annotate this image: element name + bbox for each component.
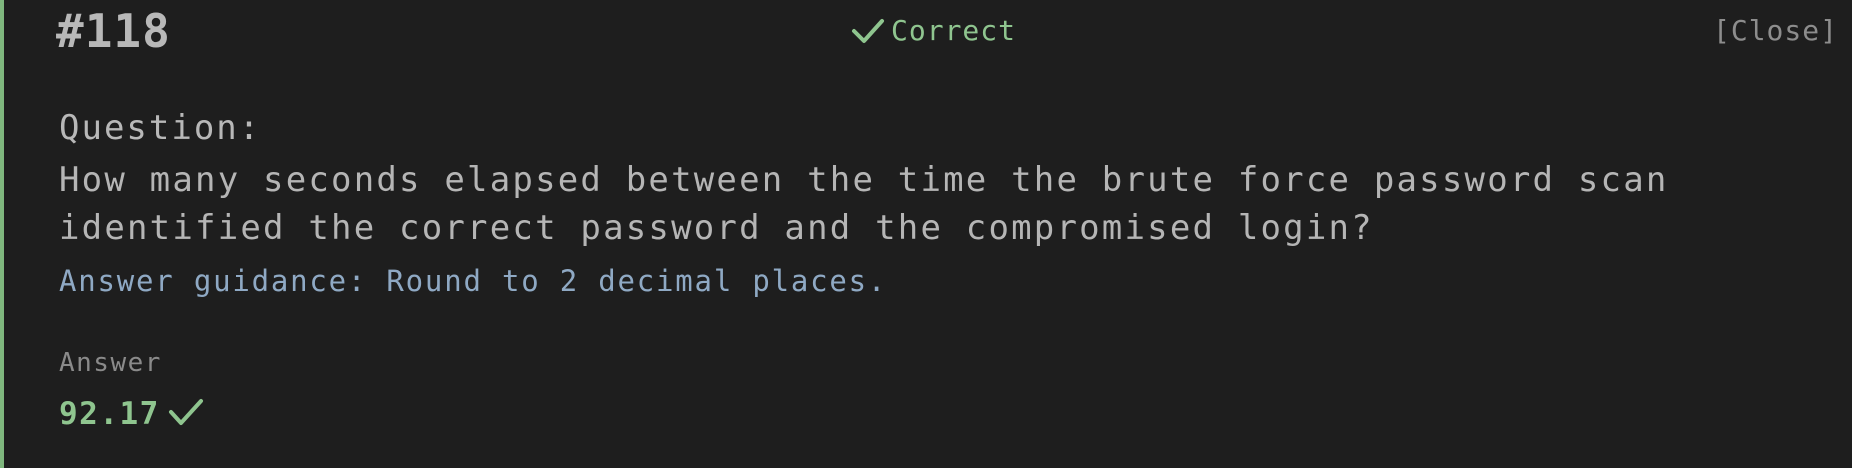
question-label: Question:	[59, 108, 262, 148]
checkmark-icon	[168, 397, 204, 431]
answer-label: Answer	[59, 348, 162, 378]
status-badge: Correct	[851, 14, 1016, 47]
answer-row: 92.17	[59, 396, 204, 432]
question-result-panel: #118 Correct [Close] Question: How many …	[0, 0, 1852, 468]
question-id: #118	[56, 4, 171, 58]
checkmark-icon	[851, 17, 885, 45]
close-button[interactable]: [Close]	[1713, 14, 1838, 47]
answer-guidance: Answer guidance: Round to 2 decimal plac…	[59, 264, 888, 298]
answer-value: 92.17	[59, 396, 160, 432]
status-label: Correct	[891, 14, 1017, 47]
panel-header: #118 Correct [Close]	[56, 0, 1838, 64]
question-text: How many seconds elapsed between the tim…	[59, 160, 1669, 248]
